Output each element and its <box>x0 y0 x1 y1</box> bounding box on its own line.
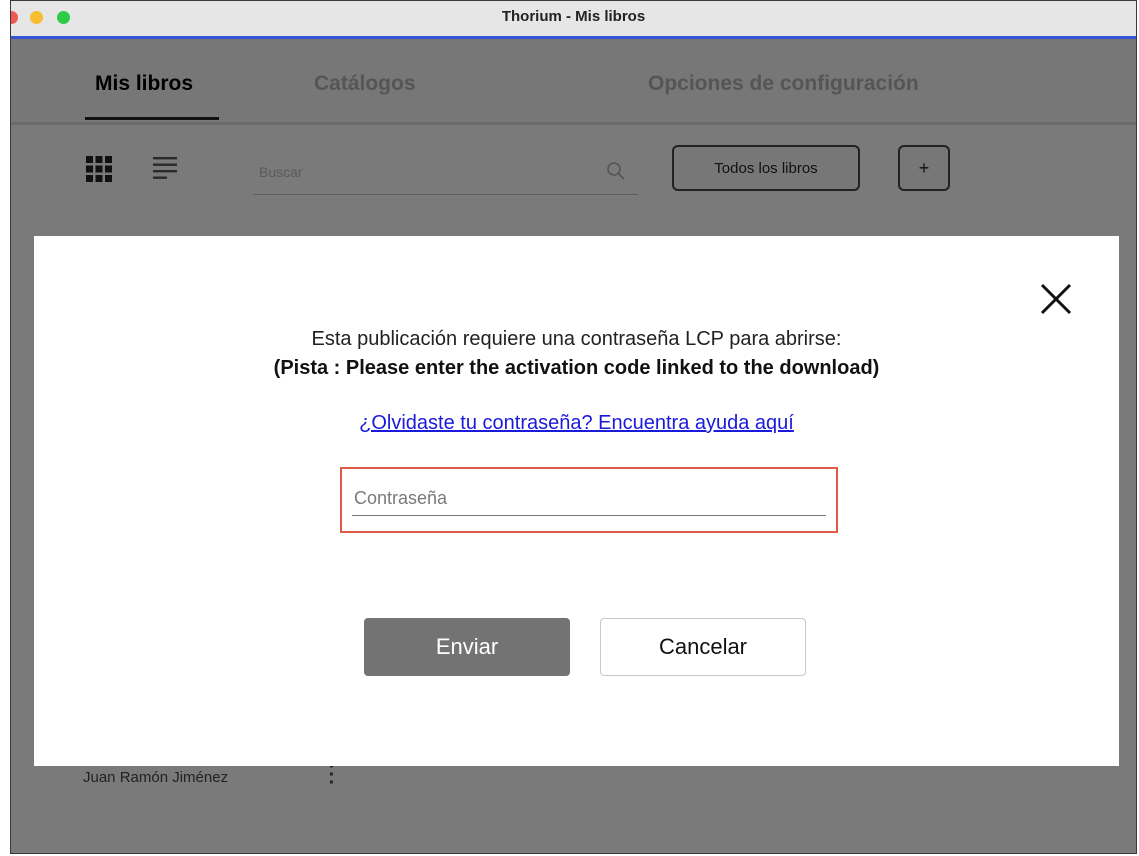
forgot-password-link[interactable]: ¿Olvidaste tu contraseña? Encuentra ayud… <box>34 412 1119 435</box>
tab-configuracion[interactable]: Opciones de configuración <box>648 72 919 96</box>
list-view-icon[interactable] <box>153 156 179 182</box>
title-bar: Thorium - Mis libros <box>11 1 1136 39</box>
all-books-button[interactable]: Todos los libros <box>672 145 860 191</box>
window-title: Thorium - Mis libros <box>501 8 646 25</box>
dialog-message: Esta publicación requiere una contraseña… <box>311 328 842 350</box>
password-input[interactable] <box>352 481 826 516</box>
active-tab-indicator <box>85 117 219 120</box>
book-author: Juan Ramón Jiménez <box>83 769 229 786</box>
password-field-highlight <box>340 467 838 533</box>
dialog-hint: (Pista : Please enter the activation cod… <box>273 357 880 379</box>
lcp-password-dialog: Esta publicación requiere una contraseña… <box>34 236 1119 766</box>
add-book-button[interactable]: + <box>898 145 950 191</box>
grid-view-icon[interactable] <box>86 156 112 182</box>
more-vertical-icon[interactable]: · · · <box>327 757 337 793</box>
tab-mis-libros[interactable]: Mis libros <box>95 72 193 96</box>
search-box <box>253 145 638 195</box>
submit-button[interactable]: Enviar <box>364 618 570 676</box>
cancel-button[interactable]: Cancelar <box>600 618 806 676</box>
search-icon[interactable] <box>606 161 626 181</box>
main-nav: Mis libros Catálogos Opciones de configu… <box>11 39 1136 125</box>
library-toolbar: Todos los libros + <box>11 125 1136 205</box>
app-window: Thorium - Mis libros Mis libros Catálogo… <box>10 0 1137 854</box>
close-icon[interactable] <box>1038 281 1074 317</box>
tab-catalogos[interactable]: Catálogos <box>314 72 416 96</box>
search-input[interactable] <box>257 159 581 185</box>
